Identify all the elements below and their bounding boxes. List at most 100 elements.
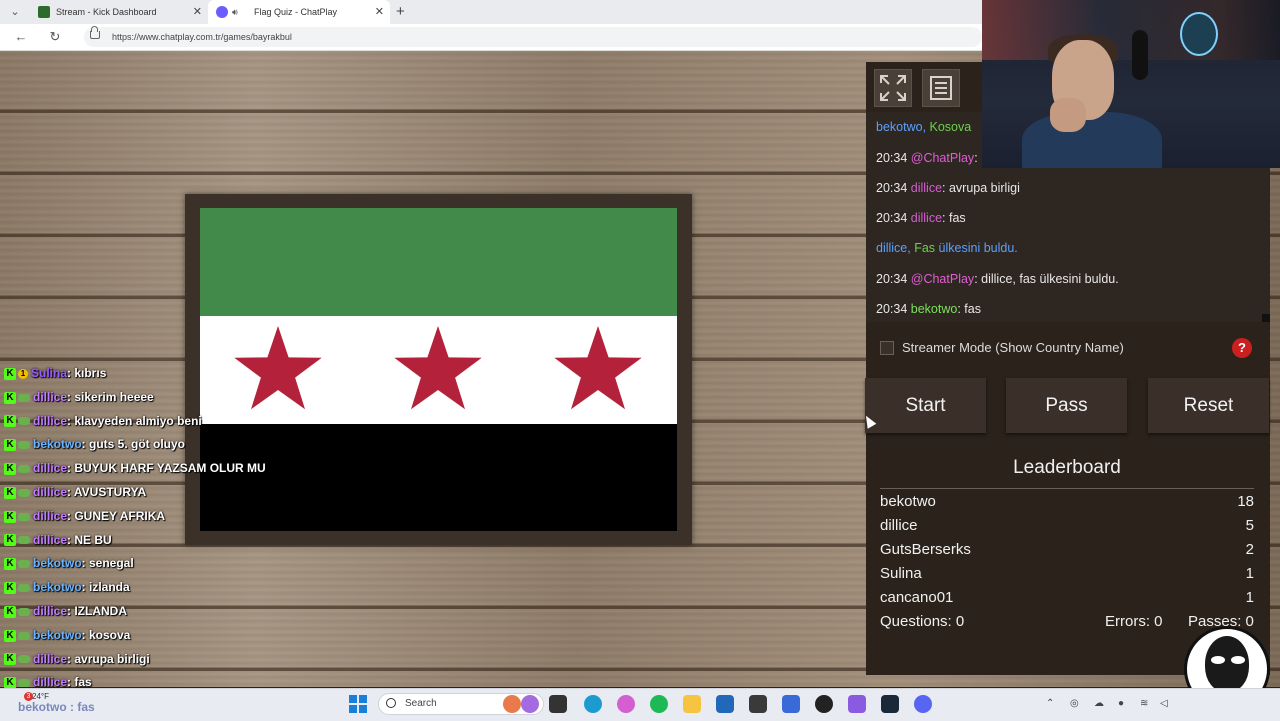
stream-chat-row: Kbekotwo: senegal (0, 556, 134, 574)
app-icon[interactable] (848, 695, 866, 713)
subscriber-badge-icon (18, 441, 30, 450)
kick-badge-icon: K (4, 415, 16, 428)
stream-chat-username: dillice (33, 389, 68, 404)
stream-chat-username: dillice (33, 485, 68, 499)
stream-chat-row: Kbekotwo: kosova (0, 628, 130, 646)
leaderboard-score: 1 (1245, 565, 1254, 582)
chevron-up-icon[interactable]: ⌃ (1046, 698, 1054, 709)
subscriber-badge-icon (18, 631, 30, 640)
tab-list-icon[interactable]: ⌄ (6, 4, 24, 20)
close-icon[interactable]: ✕ (193, 0, 202, 24)
stream-chat-username: Sulina (31, 366, 68, 380)
back-icon[interactable]: ← (12, 28, 30, 46)
obs-icon[interactable] (815, 695, 833, 713)
stream-chat-username: dillice (33, 604, 68, 618)
stream-chat-row: Kdillice: AVUSTURYA (0, 485, 146, 503)
speaker-icon[interactable]: 🔊︎ (232, 0, 238, 24)
leaderboard-name: Sulina (880, 565, 922, 582)
stream-chat-message: : izlanda (81, 580, 130, 595)
tab-title: Stream - Kick Dashboard (56, 7, 157, 17)
subscriber-badge-icon (18, 655, 30, 664)
questions-count: Questions: 0 (880, 613, 965, 630)
stream-chat-row: Kbekotwo: izlanda (0, 580, 130, 598)
widget-app-icon[interactable] (521, 695, 539, 713)
spotify-icon[interactable] (650, 695, 668, 713)
chat-message: 20:34 @ChatPlay: (876, 151, 978, 165)
subscriber-badge-icon (18, 465, 30, 474)
kick-favicon-icon (38, 6, 50, 18)
stream-chat-row: Kdillice: sikerim heeee (0, 390, 154, 408)
discord-icon[interactable] (914, 695, 932, 713)
outlook-icon[interactable] (782, 695, 800, 713)
subscriber-badge-icon (18, 560, 30, 569)
close-icon[interactable]: ✕ (375, 0, 384, 24)
streamer-body (1022, 112, 1162, 168)
file-explorer-icon[interactable] (683, 695, 701, 713)
tray-icon[interactable]: ☁ (1094, 698, 1104, 709)
stream-chat-message: : avrupa birligi (67, 651, 150, 666)
stream-chat-message: : AVUSTURYA (67, 485, 147, 499)
taskbar-search-placeholder: Search (405, 698, 437, 709)
new-tab-icon[interactable]: + (396, 0, 405, 24)
fullscreen-button[interactable] (874, 69, 912, 107)
flag-image (200, 208, 677, 531)
subscriber-badge-icon (18, 607, 30, 616)
chat-system-line: dillice, Fas ülkesini buldu. (876, 241, 1018, 255)
wifi-icon[interactable]: ≋ (1140, 698, 1148, 709)
chat-toggle-button[interactable] (922, 69, 960, 107)
kick-badge-icon: K (4, 391, 16, 404)
subscriber-badge-icon (18, 393, 30, 402)
volume-icon[interactable]: ◁ (1160, 698, 1168, 709)
chat-system-line: bekotwo, Kosova (876, 120, 972, 134)
stream-chat-username: dillice (33, 532, 68, 547)
help-button[interactable]: ? (1232, 338, 1252, 358)
copilot-app-icon[interactable] (503, 695, 521, 713)
steam-icon[interactable] (881, 695, 899, 713)
reset-button[interactable]: Reset (1148, 378, 1269, 433)
url-text: https://www.chatplay.com.tr/games/bayrak… (112, 32, 292, 42)
reload-icon[interactable]: ↻ (46, 28, 64, 46)
stream-chat-row: Kdillice: NE BU (0, 533, 112, 551)
microphone-tray-icon[interactable]: ● (1118, 698, 1124, 709)
url-field[interactable]: https://www.chatplay.com.tr/games/bayrak… (84, 26, 982, 47)
task-view-icon[interactable] (549, 695, 567, 713)
copilot-icon[interactable] (617, 695, 635, 713)
windows-start-icon[interactable] (349, 695, 367, 713)
stream-chat-username: bekotwo (33, 556, 82, 571)
stream-chat-row: Kbekotwo: guts 5. göt oluyo (0, 437, 185, 455)
kick-badge-icon: K (4, 463, 16, 476)
alien-eye-icon (1231, 656, 1245, 664)
leaderboard-divider (880, 488, 1254, 489)
subscriber-badge-icon (18, 488, 30, 497)
edge-browser-icon[interactable] (584, 695, 602, 713)
streamer-mode-checkbox[interactable] (880, 341, 894, 355)
stream-chat-username: bekotwo (33, 437, 82, 452)
subscriber-badge-icon (18, 536, 30, 545)
subscriber-badge-icon (18, 584, 30, 593)
kick-badge-icon: K (4, 558, 16, 571)
kick-badge-icon: K (4, 582, 16, 595)
app-icon[interactable] (749, 695, 767, 713)
tray-icon[interactable]: ◎ (1070, 698, 1079, 709)
tab-kick-dashboard[interactable]: Stream - Kick Dashboard ✕ (30, 0, 208, 24)
kick-badge-icon: K (4, 629, 16, 642)
start-button[interactable]: Start (865, 378, 986, 433)
stream-chat-cut-line (70, 346, 120, 354)
stream-chat-message: : klavyeden almiyo beni (67, 413, 202, 428)
chat-message: 20:34 @ChatPlay: dillice, fas ülkesini b… (876, 272, 1119, 286)
chat-scrollbar[interactable] (1262, 314, 1270, 322)
pass-button[interactable]: Pass (1006, 378, 1127, 433)
stream-chat-row: Kdillice: IZLANDA (0, 604, 127, 622)
flag-bottom-stripe (200, 424, 677, 531)
microphone-icon (1132, 30, 1148, 80)
tab-title: Flag Quiz - ChatPlay (254, 7, 338, 17)
tab-flag-quiz[interactable]: 🔊︎ Flag Quiz - ChatPlay ✕ (208, 0, 390, 24)
store-icon[interactable] (716, 695, 734, 713)
stream-chat-row: Kdillice: GUNEY AFRIKA (0, 509, 165, 527)
stream-chat-row: Kdillice: klavyeden almiyo beni (0, 414, 202, 432)
stream-chat-message: : BUYUK HARF YAZSAM OLUR MU (67, 461, 266, 476)
alien-eye-icon (1211, 656, 1225, 664)
stream-chat-username: dillice (33, 413, 68, 428)
stream-chat-username: bekotwo (33, 580, 82, 595)
fullscreen-icon (880, 75, 906, 101)
